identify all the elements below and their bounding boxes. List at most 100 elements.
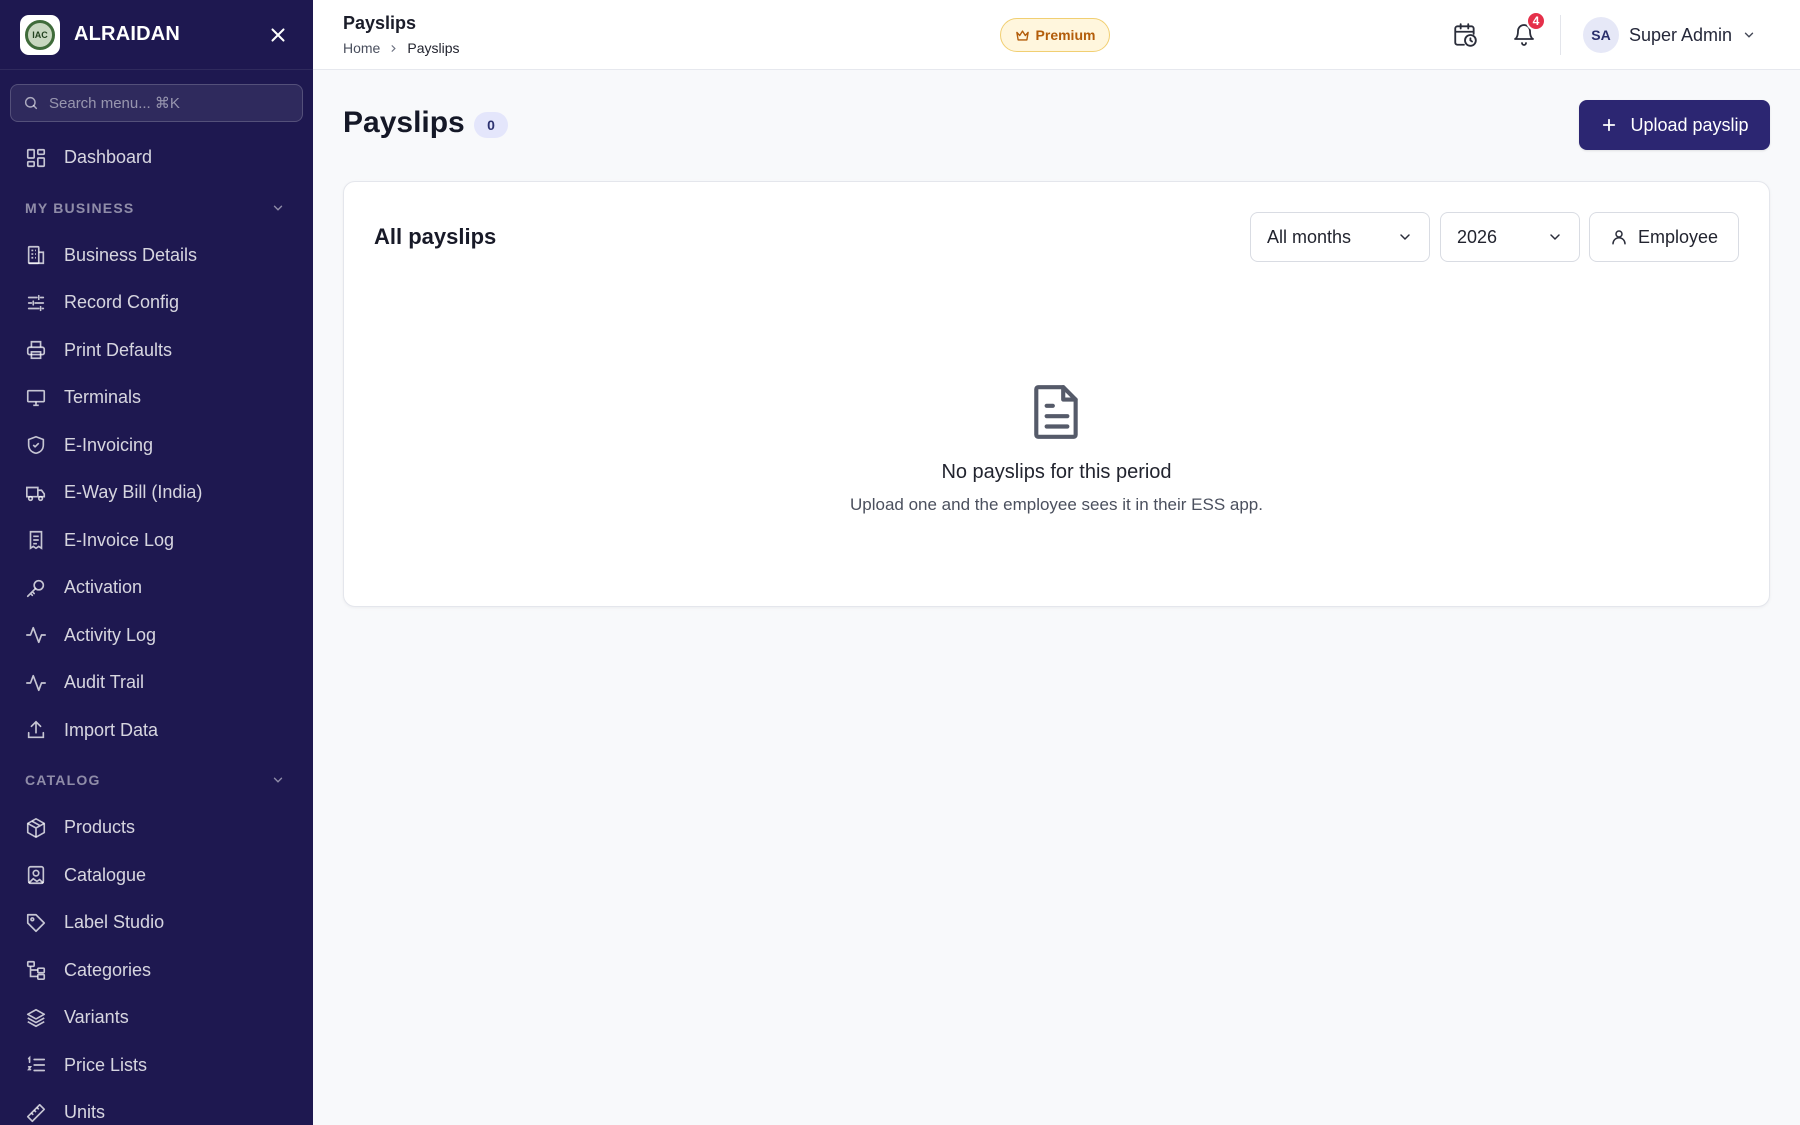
sidebar-item-label: Label Studio (64, 912, 165, 933)
sidebar-item-label: E-Invoicing (64, 434, 154, 455)
sidebar-item-products[interactable]: Products (0, 804, 313, 852)
sidebar-item-label: Dashboard (64, 147, 153, 168)
shield-check-icon (27, 436, 45, 455)
empty-state-title: No payslips for this period (941, 461, 1172, 483)
sidebar-item-price-lists[interactable]: Price Lists (0, 1042, 313, 1090)
breadcrumb: Home Payslips (343, 40, 460, 56)
employee-filter-label: Employee (1637, 226, 1719, 247)
sidebar-item-label: E-Invoice Log (64, 529, 175, 550)
sidebar-item-catalogue[interactable]: Catalogue (0, 852, 313, 900)
chevron-right-icon (391, 44, 397, 52)
upload-payslip-button[interactable]: Upload payslip (1579, 100, 1770, 150)
sidebar-item-label: Price Lists (64, 1054, 148, 1075)
chevron-down-icon (1400, 234, 1410, 241)
sidebar-item-record-config[interactable]: Record Config (0, 279, 313, 327)
chevron-down-icon (1744, 32, 1754, 38)
chevron-down-icon (1550, 234, 1560, 241)
user-name: Super Admin (1629, 24, 1733, 45)
sidebar-item-e-invoice-log[interactable]: E-Invoice Log (0, 517, 313, 565)
layers-icon (26, 1008, 46, 1027)
crown-icon (1015, 29, 1029, 41)
sliders-icon (27, 294, 45, 311)
user-menu[interactable]: SA Super Admin (1583, 17, 1756, 53)
close-icon (271, 27, 285, 42)
calendar-clock-icon (1454, 23, 1477, 47)
sidebar-item-variants[interactable]: Variants (0, 994, 313, 1042)
brand-logo[interactable]: IAC (20, 14, 60, 55)
empty-state-subtitle: Upload one and the employee sees it in t… (850, 495, 1263, 514)
schedule-button[interactable] (1447, 17, 1483, 53)
upload-icon (27, 720, 45, 739)
sidebar-item-e-way-bill[interactable]: E-Way Bill (India) (0, 469, 313, 517)
sidebar-item-label: Import Data (64, 719, 159, 740)
search-icon (24, 96, 38, 110)
sidebar-item-terminals[interactable]: Terminals (0, 374, 313, 422)
sidebar-header: IAC ALRAIDAN (0, 0, 313, 70)
search-input[interactable] (49, 94, 290, 112)
sidebar-item-e-invoicing[interactable]: E-Invoicing (0, 422, 313, 470)
sidebar-item-label: Business Details (64, 244, 198, 265)
tree-icon (26, 961, 46, 981)
sidebar-item-label: Record Config (64, 292, 180, 313)
sidebar-item-business-details[interactable]: Business Details (0, 232, 313, 280)
ruler-icon (26, 1103, 46, 1122)
brand-name: ALRAIDAN (74, 23, 181, 45)
chevron-down-icon (273, 777, 283, 783)
premium-label: Premium (1035, 27, 1096, 43)
sidebar-item-label: Activation (64, 577, 143, 598)
sidebar-item-dashboard[interactable]: Dashboard (0, 134, 313, 182)
upload-payslip-label: Upload payslip (1630, 114, 1749, 135)
topbar: Payslips Home Payslips Premium 4 SA Supe… (313, 0, 1800, 70)
sidebar-item-activation[interactable]: Activation (0, 564, 313, 612)
sidebar: IAC ALRAIDAN Dashboard MY BUSINESS Busin… (0, 0, 313, 1125)
plus-icon (1603, 118, 1616, 132)
activity-icon (26, 627, 46, 644)
month-filter-select[interactable]: All months (1250, 212, 1430, 262)
image-icon (27, 866, 45, 885)
breadcrumb-current: Payslips (407, 40, 460, 56)
sidebar-item-label: E-Way Bill (India) (64, 482, 203, 503)
sidebar-item-label: Variants (64, 1007, 129, 1028)
sidebar-item-label: Catalogue (64, 864, 147, 885)
section-catalog[interactable]: CATALOG (0, 756, 313, 804)
menu-search[interactable] (10, 84, 303, 122)
page-title: Payslips (343, 106, 465, 139)
sidebar-item-label: Print Defaults (64, 339, 173, 360)
topbar-title: Payslips (343, 13, 417, 33)
building-icon (27, 246, 45, 265)
sidebar-item-activity-log[interactable]: Activity Log (0, 612, 313, 660)
section-my-business[interactable]: MY BUSINESS (0, 184, 313, 232)
close-sidebar-button[interactable] (263, 20, 293, 50)
activity-icon (26, 674, 46, 691)
notification-count-badge: 4 (1526, 11, 1546, 31)
sidebar-item-categories[interactable]: Categories (0, 947, 313, 995)
sidebar-item-audit-trail[interactable]: Audit Trail (0, 659, 313, 707)
employee-filter-button[interactable]: Employee (1589, 212, 1739, 262)
receipt-icon (29, 531, 43, 551)
package-icon (26, 817, 46, 838)
sidebar-item-label: Terminals (64, 387, 142, 408)
breadcrumb-home[interactable]: Home (343, 40, 380, 56)
list-ordered-icon (27, 1055, 46, 1072)
year-filter-value: 2026 (1457, 226, 1498, 247)
sidebar-item-label: Audit Trail (64, 672, 145, 693)
sidebar-item-units[interactable]: Units (0, 1089, 313, 1125)
tag-icon (26, 913, 46, 932)
sidebar-item-label: Units (64, 1102, 106, 1123)
monitor-icon (26, 389, 46, 406)
premium-badge[interactable]: Premium (1000, 18, 1110, 52)
chevron-down-icon (273, 205, 283, 211)
notifications-button[interactable]: 4 (1506, 11, 1546, 53)
sidebar-item-label-studio[interactable]: Label Studio (0, 899, 313, 947)
year-filter-select[interactable]: 2026 (1440, 212, 1580, 262)
printer-icon (26, 341, 46, 360)
month-filter-value: All months (1267, 226, 1352, 247)
topbar-divider (1560, 15, 1561, 55)
sidebar-item-label: Products (64, 817, 136, 838)
sidebar-item-import-data[interactable]: Import Data (0, 707, 313, 755)
sidebar-item-print-defaults[interactable]: Print Defaults (0, 327, 313, 375)
payslip-count-badge: 0 (474, 112, 508, 138)
sidebar-item-label: Categories (64, 959, 152, 980)
dashboard-icon (26, 148, 46, 167)
avatar: SA (1583, 17, 1619, 53)
